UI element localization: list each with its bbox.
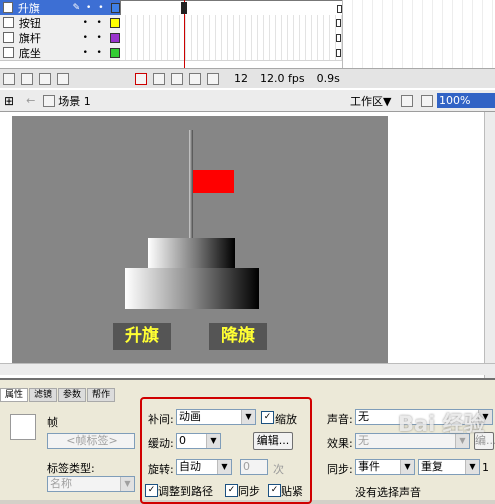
outline-color-swatch[interactable] [111,2,120,13]
base-top-tier[interactable] [148,238,235,268]
edit-symbols-icon[interactable] [401,95,413,107]
elapsed-time: 0.9s [316,72,340,85]
repeat-count[interactable]: 1 [482,461,489,474]
layer-icon [3,47,14,58]
tab-filters[interactable]: 滤镜 [29,388,58,402]
orient-to-path-label: 调整到路径 [158,485,213,498]
label-type-select[interactable]: 名称 ▼ [47,476,135,492]
frame-span-4[interactable] [120,45,342,61]
tab-parameters[interactable]: 参数 [58,388,87,402]
ease-input[interactable]: 0 ▼ [176,433,221,449]
sync-label: 同步 [238,485,260,498]
frame-type-icon [10,414,36,440]
sync-checkbox[interactable]: ✓ [225,484,238,497]
lower-flag-button[interactable]: 降旗 [209,323,267,350]
layer-icon [3,2,13,13]
add-motion-guide-icon[interactable] [21,72,33,85]
pencil-icon: ✎ [72,2,81,13]
raise-flag-button[interactable]: 升旗 [113,323,171,350]
label-type-label: 标签类型: [47,462,95,475]
watermark-logo: Bai 经验 [398,412,485,436]
outline-color-swatch[interactable] [110,17,120,28]
timeline-status-bar: 12 12.0 fps 0.9s [0,68,495,88]
sound-label: 声音: [327,413,353,426]
delete-layer-icon[interactable] [57,72,69,85]
frame-label-input[interactable]: <帧标签> [47,433,135,449]
timeline-toggle-icon[interactable]: ⊞ [4,94,14,108]
sound-sync-select[interactable]: 事件 ▼ [355,459,415,475]
layer-name[interactable]: 按钮 [19,15,78,31]
properties-panel: 属性 滤镜 参数 帮作 帧 <帧标签> 标签类型: 名称 ▼ 补间: 动画 ▼ ✓ … [0,378,495,504]
sync2-label: 同步: [327,463,353,476]
insert-layer-icon[interactable] [3,72,15,85]
edit-bar: ⊞ ← 场景 1 工作区▼ 100% [0,90,495,112]
properties-tabs: 属性 滤镜 参数 帮作 [0,388,116,402]
outline-color-swatch[interactable] [110,32,120,43]
snap-label: 贴紧 [281,485,303,498]
snap-checkbox[interactable]: ✓ [268,484,281,497]
orient-to-path-checkbox[interactable]: ✓ [145,484,158,497]
tab-actions[interactable]: 帮作 [87,388,116,402]
layer-icon [3,32,14,43]
lock-dot[interactable]: • [95,3,107,13]
lock-dot[interactable]: • [92,33,106,43]
frame-ruler[interactable] [342,0,495,68]
tween-select[interactable]: 动画 ▼ [176,409,256,425]
edit-ease-button[interactable]: 编辑... [253,432,293,450]
lock-dot[interactable]: • [92,48,106,58]
playhead-handle[interactable] [181,2,187,14]
layer-name[interactable]: 底坐 [19,45,78,61]
frame-heading: 帧 [47,416,58,429]
rotate-label: 旋转: [148,463,174,476]
visibility-dot[interactable]: • [78,33,92,43]
scale-label: 缩放 [275,413,297,426]
insert-folder-icon[interactable] [39,72,51,85]
effect-label: 效果: [327,437,353,450]
center-frame-icon[interactable] [135,72,147,85]
edit-multiple-frames-icon[interactable] [189,72,201,85]
back-arrow-icon[interactable]: ← [26,94,35,107]
current-frame: 12 [234,72,248,85]
layer-icon [3,17,14,28]
scale-checkbox[interactable]: ✓ [261,411,274,424]
stage[interactable]: 升旗 降旗 [12,116,388,374]
edit-scene-icon[interactable] [421,95,433,107]
vertical-scrollbar[interactable] [484,112,495,380]
red-flag[interactable] [193,170,234,193]
layer-name[interactable]: 旗杆 [19,30,78,46]
rotate-select[interactable]: 自动 ▼ [176,459,232,475]
scene-icon [43,94,56,107]
no-sound-text: 没有选择声音 [355,486,421,499]
zoom-input[interactable]: 100% [437,93,495,108]
modify-onion-markers-icon[interactable] [207,72,219,85]
scene-label: 场景 1 [58,94,91,108]
lock-dot[interactable]: • [92,18,106,28]
layer-name[interactable]: 升旗 [18,0,70,16]
horizontal-scrollbar[interactable] [0,363,495,375]
repeat-select[interactable]: 重复 ▼ [418,459,480,475]
frame-span-3[interactable] [120,30,342,46]
tab-properties[interactable]: 属性 [0,388,29,402]
visibility-dot[interactable]: • [78,48,92,58]
rotate-count-input[interactable]: 0 [240,459,268,475]
outline-color-swatch[interactable] [110,47,120,58]
visibility-dot[interactable]: • [78,18,92,28]
base-bottom-tier[interactable] [125,268,259,309]
frame-rate[interactable]: 12.0 fps [260,72,305,85]
workspace-area: 升旗 降旗 [0,112,495,380]
rotate-unit-label: 次 [273,463,284,476]
onion-outline-icon[interactable] [171,72,183,85]
ease-label: 缓动: [148,437,174,450]
visibility-dot[interactable]: • [83,3,95,13]
workspace-dropdown[interactable]: 工作区▼ [350,93,391,109]
onion-skin-icon[interactable] [153,72,165,85]
tween-label: 补间: [148,413,174,426]
frame-span-2[interactable] [120,15,342,31]
